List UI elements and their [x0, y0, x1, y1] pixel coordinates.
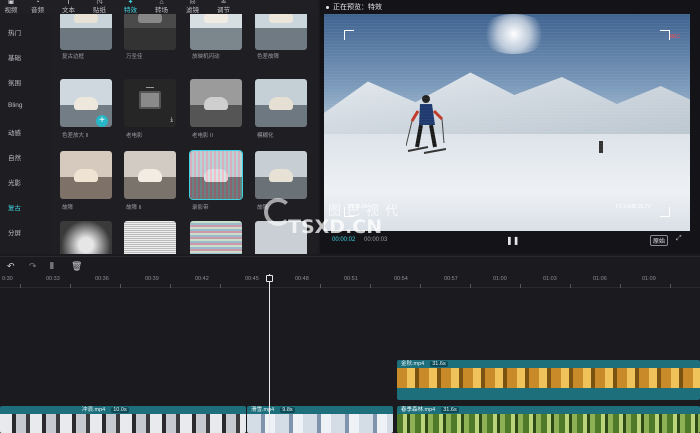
effect-label: 万圣佳: [126, 54, 143, 60]
pause-icon[interactable]: ❚❚: [506, 236, 519, 245]
add-effect-button[interactable]: +: [96, 115, 108, 127]
category-split-screen[interactable]: 分屏: [8, 227, 21, 237]
category-nature[interactable]: 自然: [8, 152, 21, 162]
camera-info: F2.3 0dB 15.7V: [616, 204, 651, 210]
toolbar-text[interactable]: T 文本: [53, 0, 84, 14]
effect-tile[interactable]: +: [60, 79, 112, 127]
rec-badge: REC: [669, 34, 680, 40]
timeline-toolbar: ↶ ↷ ⫴ 🗑: [0, 256, 700, 274]
timeline-clip-autumn[interactable]: 金秋.mp4 31.6s: [397, 360, 700, 400]
category-retro[interactable]: 复古: [8, 202, 21, 212]
effect-tile[interactable]: [124, 151, 176, 199]
category-dynamic[interactable]: 动感: [8, 127, 21, 137]
watermark: 图巴视代 TSXD.CN: [262, 196, 442, 240]
aspect-ratio-button[interactable]: 原始: [650, 235, 669, 246]
effect-tile[interactable]: [60, 151, 112, 199]
time-ruler[interactable]: 0:30 00:33 00:36 00:39 00:42 00:45 00:48…: [0, 274, 700, 288]
fullscreen-icon[interactable]: ⤢: [676, 235, 682, 243]
effect-tile[interactable]: [124, 221, 176, 254]
playhead[interactable]: [269, 274, 270, 433]
toolbar-video[interactable]: ▣ 视频: [0, 0, 22, 14]
effect-tile[interactable]: [255, 14, 307, 50]
download-icon: ⤓: [170, 117, 173, 123]
timeline-panel: ↶ ↷ ⫴ 🗑 0:30 00:33 00:36 00:39 00:42 00:…: [0, 256, 700, 433]
main-toolbar: ▣ 视频 ◔ 音频 T 文本 ◷ 贴纸 ✦ 特效 ⌂ 转场 ◎ 滤镜 ≚ 调节: [0, 0, 318, 14]
effect-label: 放映机闪动: [192, 54, 220, 60]
effect-tile[interactable]: [190, 221, 242, 254]
effect-tile[interactable]: [60, 14, 112, 50]
toolbar-audio[interactable]: ◔ 音频: [22, 0, 53, 14]
undo-icon[interactable]: ↶: [7, 261, 15, 272]
effect-label: 色差故障: [257, 54, 280, 60]
effect-tile[interactable]: [255, 79, 307, 127]
effect-label: 老电影 II: [192, 133, 214, 139]
effect-tile[interactable]: [60, 221, 112, 254]
playhead-handle[interactable]: [266, 275, 273, 282]
category-hot[interactable]: 热门: [8, 27, 21, 37]
category-ambience[interactable]: 氛围: [8, 77, 21, 87]
effect-label: 老电影: [126, 133, 143, 139]
redo-icon[interactable]: ↷: [29, 261, 37, 272]
split-icon[interactable]: ⫴: [50, 261, 54, 272]
category-light[interactable]: 光影: [8, 177, 21, 187]
effect-tile[interactable]: [190, 79, 242, 127]
effect-tile-selected[interactable]: [189, 150, 243, 200]
effect-label: 录影带: [192, 205, 209, 211]
toolbar-effects[interactable]: ✦ 特效: [115, 0, 146, 14]
category-bling[interactable]: Bling: [8, 102, 22, 109]
effect-label: 模糊化: [257, 133, 274, 139]
preview-title: 正在预览：特效: [326, 2, 382, 12]
effect-label: 故障: [62, 205, 74, 211]
effect-label: 故障 II: [126, 205, 142, 211]
effect-tile[interactable]: [190, 14, 242, 50]
toolbar-filter[interactable]: ◎ 滤镜: [177, 0, 208, 14]
toolbar-adjust[interactable]: ≚ 调节: [208, 0, 239, 14]
toolbar-sticker[interactable]: ◷ 贴纸: [84, 0, 115, 14]
effect-tile[interactable]: ⤓: [124, 79, 176, 127]
delete-icon[interactable]: 🗑: [71, 261, 82, 272]
effect-tile[interactable]: [124, 14, 176, 50]
effect-tile[interactable]: [255, 151, 307, 199]
effect-label: 复古边框: [62, 54, 85, 60]
effect-category-list: 热门 基础 氛围 Bling 动感 自然 光影 复古 分屏: [0, 14, 52, 254]
timeline-clip-forest[interactable]: 春季森林.mp4 31.6s: [397, 406, 700, 433]
category-basic[interactable]: 基础: [8, 52, 21, 62]
toolbar-transition[interactable]: ⌂ 转场: [146, 0, 177, 14]
timeline-clip-surf[interactable]: 冲浪.mp4 10.0s: [0, 406, 246, 433]
video-editor-app: ▣ 视频 ◔ 音频 T 文本 ◷ 贴纸 ✦ 特效 ⌂ 转场 ◎ 滤镜 ≚ 调节 热门 基础 氛围…: [0, 0, 700, 433]
effect-label: 色差放大 II: [62, 133, 89, 139]
